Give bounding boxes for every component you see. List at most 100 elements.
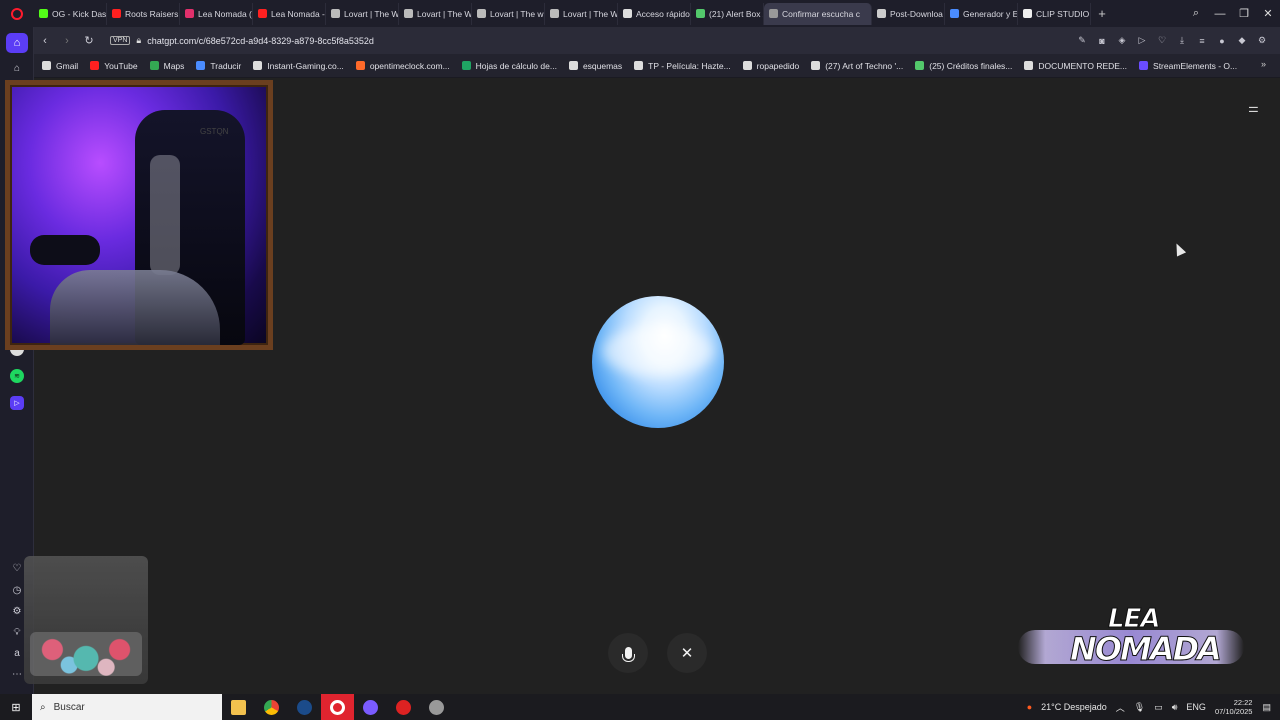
tab-9[interactable]: (21) Alert Box / [691,2,764,25]
notifications-icon[interactable]: ▤ [1262,702,1271,713]
weather-text[interactable]: 21°C Despejado [1041,702,1107,712]
heart-icon[interactable]: ♡ [1152,35,1172,46]
bookmark-item[interactable]: StreamElements - O... [1139,61,1237,71]
home-icon: ⌂ [6,33,28,53]
tab-12[interactable]: Generador y E [945,2,1018,25]
shield-icon[interactable]: ◈ [1112,35,1132,46]
opera-icon [330,699,345,715]
minimize-button[interactable]: — [1208,8,1232,20]
taskbar-opera[interactable] [321,694,354,720]
tab-3[interactable]: Lea Nomada - [253,2,326,25]
profile-icon[interactable]: ● [1212,36,1232,46]
bookmark-item[interactable]: Maps [149,60,185,71]
bookmark-label: esquemas [582,60,623,71]
bookmark-item[interactable]: DOCUMENTO REDE... [1024,61,1127,71]
bookmark-item[interactable]: YouTube [90,61,138,71]
tab-11[interactable]: Post-Downloa [872,2,945,25]
reload-button[interactable]: ↻ [78,34,100,47]
vpn-badge[interactable]: VPN [110,36,131,45]
bookmark-label: Maps [163,60,185,71]
clock-icon: ◷ [12,585,22,596]
url-field[interactable]: chatgpt.com/c/68e572cd-a9d4-8329-a879-8c… [147,36,374,46]
bookmark-item[interactable]: ropapedido [742,61,799,71]
tab-5[interactable]: Lovart | The W [399,2,472,25]
restore-button[interactable]: ❐ [1232,7,1256,20]
bookmark-item[interactable]: TP - Película: Hazte... [634,61,731,71]
taskbar-discord[interactable] [354,694,387,720]
weather-icon[interactable]: ● [1027,702,1032,712]
bookmark-favicon-icon [149,61,159,70]
language-indicator[interactable]: ENG [1186,702,1206,712]
sidebar-spotify-button[interactable]: ≋ [0,369,34,383]
sidebar-home-button[interactable]: ⌂ [0,33,34,53]
download-icon[interactable]: ⤓ [1172,35,1192,46]
app-icon [429,699,444,715]
more-icon: ⋯ [12,669,22,680]
bookmark-item[interactable]: Instant-Gaming.co... [253,61,344,71]
house-icon: ⌂ [13,63,21,74]
taskbar-search[interactable]: ⌕ Buscar [32,694,222,720]
bookmark-item[interactable]: opentimeclock.com... [355,61,450,71]
system-tray: ● 21°C Despejado ︿ 🎙︎ ▭ 🔊︎ ENG 22:22 07/… [1027,694,1280,720]
bookmarks-more-icon[interactable]: » [1261,59,1266,69]
tab-4[interactable]: Lovart | The W [326,2,399,25]
back-button[interactable]: ‹ [34,35,56,47]
tab-8[interactable]: Acceso rápido [618,2,691,25]
menu-icon[interactable]: ≡ [1192,36,1212,46]
tab-2[interactable]: Lea Nomada (@ [180,2,253,25]
taskbar-app-grey[interactable] [420,694,453,720]
new-tab-button[interactable]: + [1091,6,1113,21]
taskbar-file-explorer[interactable] [222,694,255,720]
tab-favicon-icon [258,9,267,18]
microphone-button[interactable] [608,633,648,673]
opera-logo-icon[interactable] [0,0,34,27]
end-voice-button[interactable]: ✕ [667,633,707,673]
close-icon: ✕ [680,645,694,662]
bookmark-item[interactable]: esquemas [568,60,623,71]
extension-icon[interactable]: ◆ [1232,35,1252,46]
forward-button[interactable]: › [56,35,78,47]
tab-label: Generador y E [963,8,1018,19]
close-window-button[interactable]: ✕ [1256,7,1280,20]
taskbar-chrome[interactable] [255,694,288,720]
taskbar-app-red[interactable] [387,694,420,720]
taskbar-search-placeholder: Buscar [53,701,85,713]
webcam-microphone [30,235,100,265]
settings-easy-icon[interactable]: ⚙ [1252,35,1272,46]
network-icon[interactable]: ▭ [1154,702,1163,713]
sidebar-player-button[interactable]: ▷ [0,396,34,410]
bookmark-item[interactable]: (27) Art of Techno '... [811,61,903,71]
tab-0[interactable]: OG - Kick Dash [34,2,107,25]
lock-icon[interactable]: 🔒︎ [136,35,141,46]
tab-13[interactable]: CLIP STUDIO P [1018,2,1091,25]
tray-overflow-icon[interactable]: ︿ [1116,701,1125,714]
bookmark-label: Gmail [56,60,79,71]
tab-1[interactable]: Roots Raisers [107,2,180,25]
camera-icon[interactable]: ◙ [1092,36,1112,46]
play-icon[interactable]: ▷ [1132,35,1152,46]
taskbar-clock[interactable]: 22:22 07/10/2025 [1215,698,1253,716]
bookmark-item[interactable]: (25) Créditos finales... [915,61,1012,71]
tab-6[interactable]: Lovart | The w [472,2,545,25]
spotify-icon: ≋ [10,369,24,383]
bookmark-label: Hojas de cálculo de... [475,60,557,71]
volume-icon[interactable]: 🔊︎ [1172,702,1178,713]
tab-10[interactable]: Confirmar escucha c [764,2,872,25]
microphone-tray-icon[interactable]: 🎙︎ [1134,702,1145,713]
bookmark-item[interactable]: Traducir [196,61,241,71]
heart-icon: ♡ [12,563,22,574]
start-button[interactable]: ⊞ [0,701,32,714]
voice-settings-sliders-icon[interactable]: ⚌ [1248,101,1259,115]
bookmark-label: Traducir [210,60,242,71]
bookmark-favicon-icon [90,61,100,70]
bookmark-favicon-icon [42,61,51,70]
tab-list: OG - Kick Dash Roots Raisers Lea Nomada (@… [34,0,1091,27]
sidebar-speed-dial-button[interactable]: ⌂ [0,63,34,74]
bookmark-item[interactable]: Gmail [42,61,78,71]
taskbar-steam[interactable] [288,694,321,720]
aria-icon: a [14,648,20,659]
tab-7[interactable]: Lovart | The W [545,2,618,25]
edit-icon[interactable]: ✎ [1072,35,1092,46]
tab-search-icon[interactable]: ⌕ [1184,7,1208,20]
bookmark-item[interactable]: Hojas de cálculo de... [461,60,557,71]
